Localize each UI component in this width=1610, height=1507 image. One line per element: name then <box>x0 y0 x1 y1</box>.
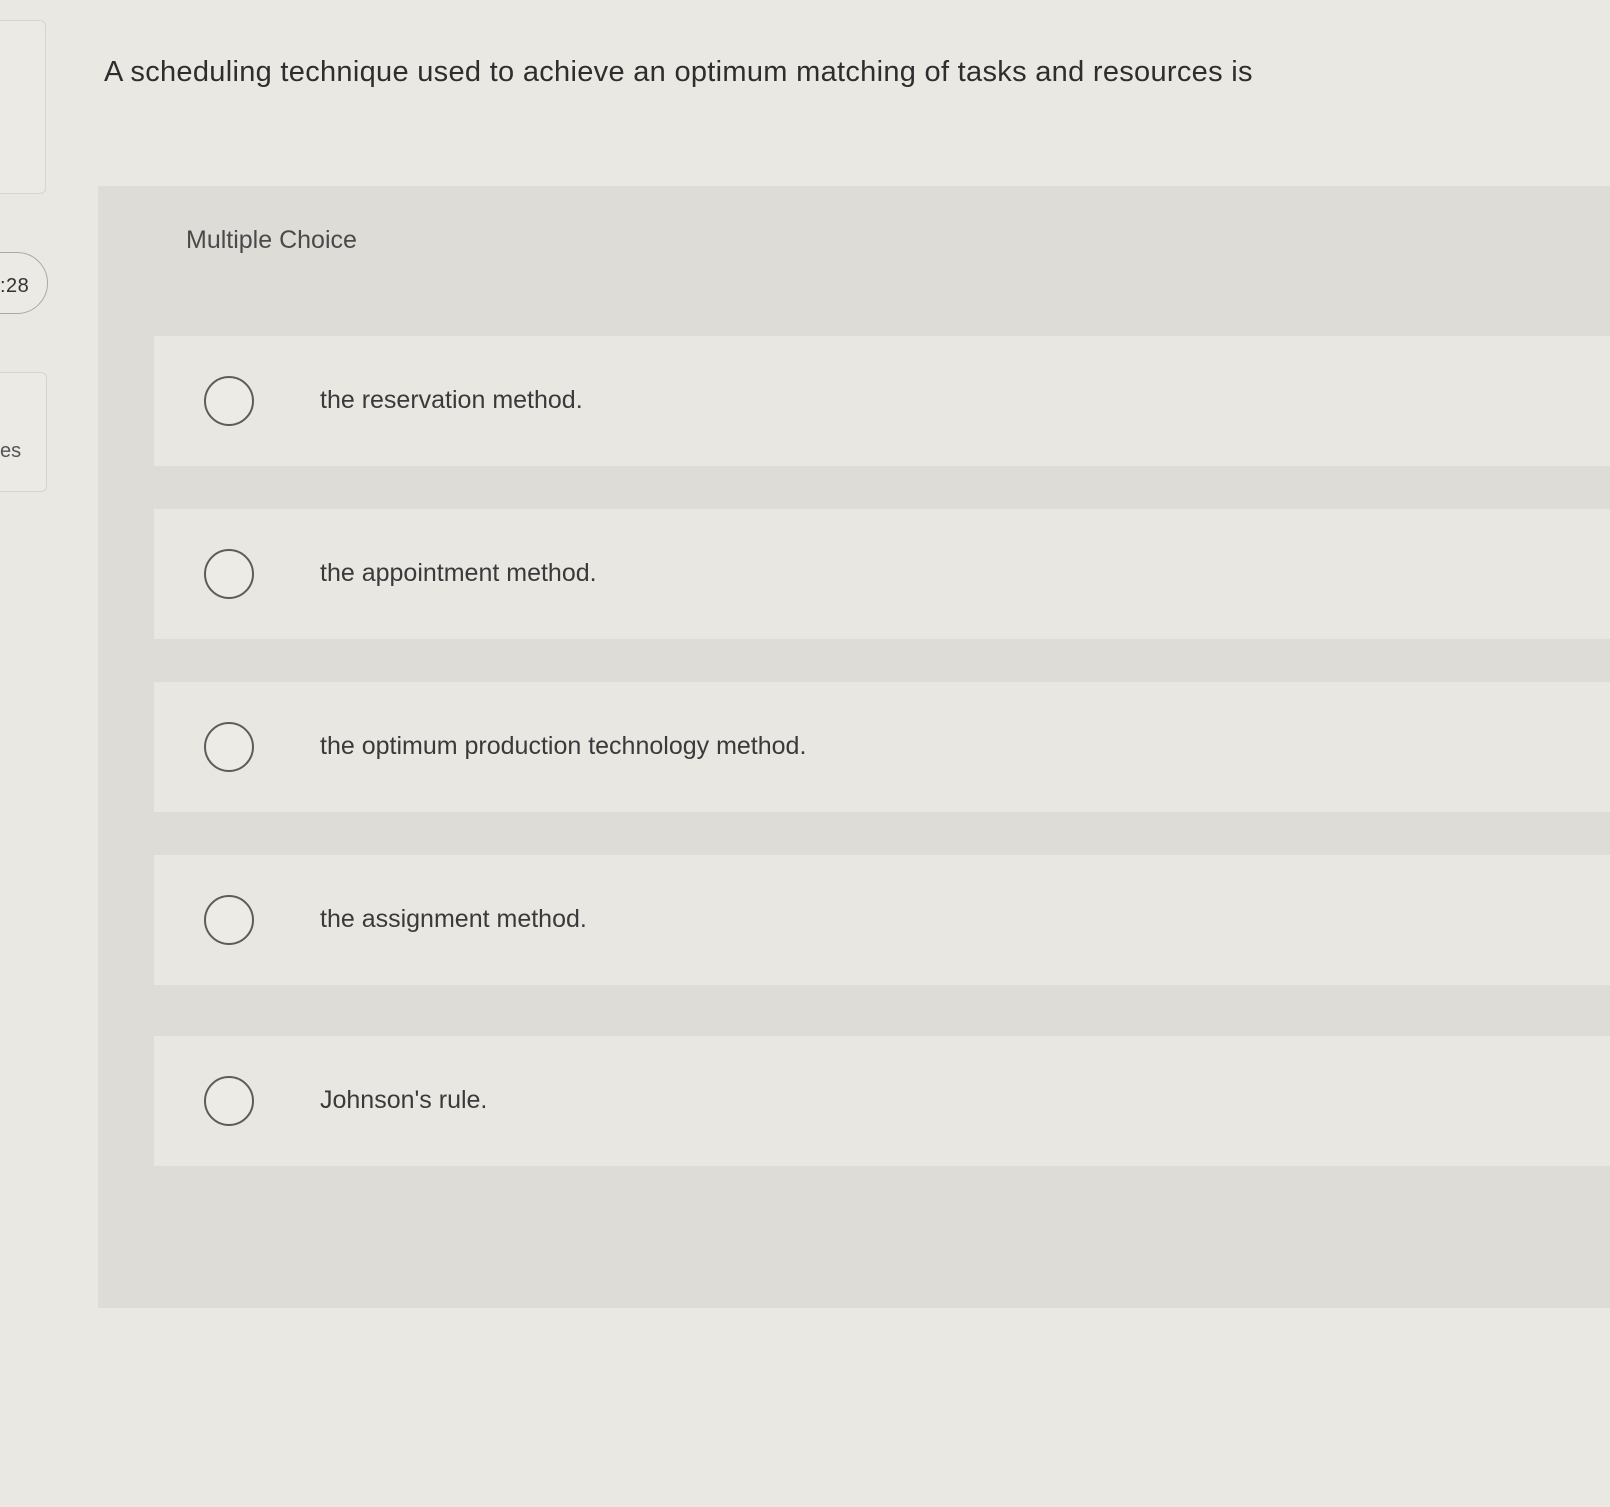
answer-option[interactable]: Johnson's rule. <box>154 1036 1610 1166</box>
answer-option[interactable]: the reservation method. <box>154 336 1610 466</box>
left-rail: :28 es <box>0 0 48 1507</box>
multiple-choice-label: Multiple Choice <box>186 226 357 254</box>
answer-option-label: the optimum production technology method… <box>320 732 807 760</box>
radio-button[interactable] <box>204 722 254 772</box>
radio-button[interactable] <box>204 376 254 426</box>
rail-label: es <box>0 440 22 462</box>
answer-option-label: the assignment method. <box>320 905 587 933</box>
answer-option-label: the appointment method. <box>320 559 597 587</box>
radio-button[interactable] <box>204 895 254 945</box>
timer-text: :28 <box>0 275 30 297</box>
rail-card <box>0 20 46 194</box>
answer-option[interactable]: the optimum production technology method… <box>154 682 1610 812</box>
answer-option[interactable]: the assignment method. <box>154 855 1610 985</box>
answer-option-label: Johnson's rule. <box>320 1086 488 1114</box>
radio-button[interactable] <box>204 549 254 599</box>
answer-option[interactable]: the appointment method. <box>154 509 1610 639</box>
answer-option-label: the reservation method. <box>320 386 583 414</box>
multiple-choice-panel: Multiple Choice the reservation method. … <box>98 186 1610 1308</box>
question-text: A scheduling technique used to achieve a… <box>104 56 1253 88</box>
radio-button[interactable] <box>204 1076 254 1126</box>
rail-card[interactable] <box>0 372 47 492</box>
